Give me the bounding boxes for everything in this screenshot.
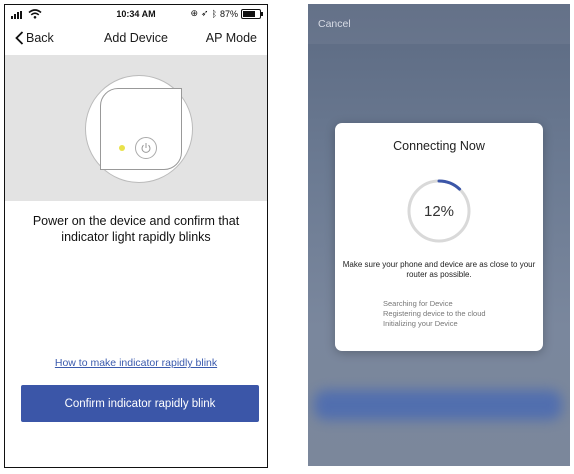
navigation-icon: ➶ (201, 8, 209, 18)
instruction-text: Power on the device and confirm that ind… (32, 214, 240, 244)
blurred-button-background (314, 390, 562, 420)
device-illustration-circle (85, 75, 193, 183)
location-icon: ⊕ (190, 8, 199, 18)
device-body (100, 88, 182, 170)
confirm-blink-button[interactable]: Confirm indicator rapidly blink (21, 385, 259, 422)
battery-percent: 87% (219, 8, 238, 19)
back-label: Back (26, 31, 54, 45)
ap-mode-button[interactable]: AP Mode (206, 31, 257, 45)
progress-ring: 12% (403, 175, 475, 247)
add-device-screen: 10:34 AM ⊕ ➶ ᛒ 87% Back Add Device AP Mo… (4, 4, 268, 468)
step-item: Initializing your Device (383, 319, 458, 328)
step-item: Registering device to the cloud (383, 309, 486, 318)
battery-icon (241, 8, 263, 19)
connection-steps: Searching for Device Registering device … (383, 299, 486, 329)
dialog-title: Connecting Now (393, 139, 485, 153)
help-link[interactable]: How to make indicator rapidly blink (5, 357, 267, 369)
back-button[interactable]: Back (15, 31, 54, 45)
cancel-button[interactable]: Cancel (318, 18, 351, 30)
step-item: Searching for Device (383, 299, 453, 308)
progress-percent: 12% (423, 202, 455, 220)
nav-bar: Back Add Device AP Mode (5, 27, 267, 53)
indicator-light (119, 145, 125, 151)
status-bar: 10:34 AM ⊕ ➶ ᛒ 87% (5, 5, 267, 23)
connecting-screen: Cancel Connecting Now 12% Make sure your… (308, 4, 570, 466)
bluetooth-icon: ᛒ (211, 8, 217, 19)
device-illustration (5, 55, 267, 201)
connecting-dialog: Connecting Now 12% Make sure your phone … (335, 123, 543, 351)
power-icon (135, 137, 157, 159)
proximity-hint: Make sure your phone and device are as c… (342, 260, 536, 279)
chevron-left-icon (15, 31, 24, 45)
